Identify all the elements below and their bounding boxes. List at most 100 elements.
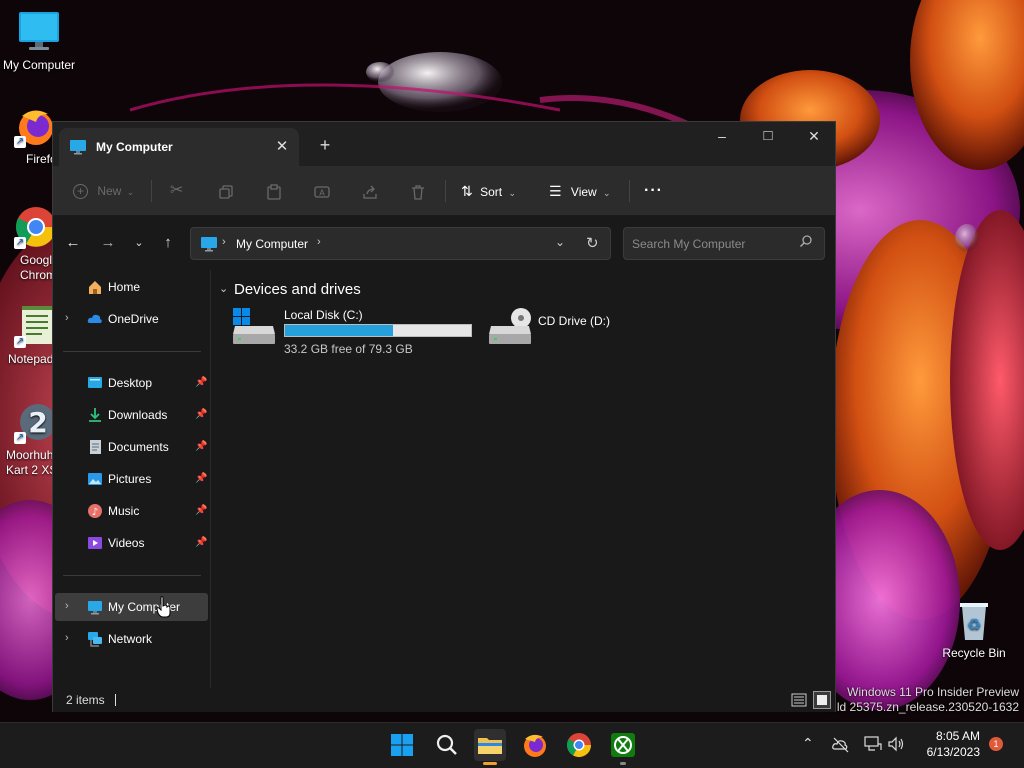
group-header-label: Devices and drives bbox=[234, 281, 361, 298]
notification-badge[interactable]: 1 bbox=[989, 737, 1003, 751]
sidebar-item-downloads[interactable]: Downloads 📌 bbox=[55, 401, 208, 429]
delete-button[interactable] bbox=[410, 178, 426, 204]
command-bar: + New ⌄ ✂ A ⇅ Sort ⌄ ☰ View ⌄ ··· bbox=[53, 166, 835, 216]
desktop-icon-recycle-bin[interactable]: ♻ Recycle Bin bbox=[936, 598, 1012, 661]
sidebar-item-videos[interactable]: Videos 📌 bbox=[55, 529, 208, 557]
chevron-down-icon: ⌄ bbox=[126, 187, 135, 197]
refresh-icon[interactable]: ↻ bbox=[586, 234, 599, 252]
chevron-right-icon[interactable]: › bbox=[65, 632, 69, 644]
rename-icon: A bbox=[314, 186, 330, 198]
videos-icon bbox=[87, 535, 103, 551]
folder-icon bbox=[478, 738, 502, 754]
address-history-chevron-icon[interactable]: ⌄ bbox=[555, 235, 565, 249]
forward-button[interactable]: → bbox=[97, 234, 119, 252]
sidebar-item-label: Network bbox=[108, 632, 153, 646]
close-window-button[interactable]: ✕ bbox=[791, 122, 837, 152]
pin-icon[interactable]: 📌 bbox=[195, 377, 207, 388]
cut-button[interactable]: ✂ bbox=[170, 178, 183, 204]
volume-tray-icon[interactable] bbox=[887, 736, 905, 755]
back-button[interactable]: ← bbox=[62, 234, 84, 252]
search-input[interactable] bbox=[632, 235, 792, 253]
tab-my-computer[interactable]: My Computer ✕ bbox=[59, 128, 299, 166]
details-view-button[interactable] bbox=[791, 692, 807, 708]
recycle-bin-icon: ♻ bbox=[952, 598, 996, 642]
pin-icon[interactable]: 📌 bbox=[195, 537, 207, 548]
taskbar-search-button[interactable] bbox=[431, 729, 463, 761]
paste-button[interactable] bbox=[266, 178, 282, 204]
shortcut-arrow-icon: ↗ bbox=[14, 136, 26, 148]
view-button[interactable]: ☰ View ⌄ bbox=[549, 178, 611, 204]
network-tray-icon[interactable] bbox=[864, 736, 882, 755]
taskbar-chrome[interactable] bbox=[563, 729, 595, 761]
chevron-right-icon[interactable]: › bbox=[65, 600, 69, 612]
new-button[interactable]: + New ⌄ bbox=[73, 178, 134, 204]
see-more-button[interactable]: ··· bbox=[644, 178, 663, 204]
breadcrumb-separator-icon[interactable]: › bbox=[317, 236, 321, 248]
sidebar-item-pictures[interactable]: Pictures 📌 bbox=[55, 465, 208, 493]
chevron-right-icon[interactable]: › bbox=[65, 312, 69, 324]
sidebar-item-home[interactable]: Home bbox=[55, 273, 208, 301]
search-icon[interactable] bbox=[799, 234, 813, 251]
sidebar-divider bbox=[63, 575, 201, 576]
onedrive-offline-tray-icon[interactable] bbox=[832, 737, 850, 756]
sidebar-divider bbox=[63, 351, 201, 352]
search-box[interactable] bbox=[623, 227, 825, 260]
system-clock[interactable]: 8:05 AM 6/13/2023 bbox=[914, 728, 980, 760]
drive-tile-local-disk[interactable]: Local Disk (C:) 33.2 GB free of 79.3 GB bbox=[231, 306, 477, 358]
drive-name: CD Drive (D:) bbox=[538, 314, 610, 328]
pin-icon[interactable]: 📌 bbox=[195, 441, 207, 452]
details-view-icon bbox=[791, 693, 807, 707]
chevron-down-icon: ⌄ bbox=[603, 188, 611, 198]
maximize-button[interactable]: □ bbox=[745, 122, 791, 152]
sidebar-item-label: Documents bbox=[108, 440, 169, 454]
drive-tile-cd-drive[interactable]: CD Drive (D:) bbox=[487, 306, 687, 358]
xbox-icon bbox=[611, 733, 635, 757]
arrow-up-icon: ↑ bbox=[164, 234, 172, 251]
sidebar-item-label: Music bbox=[108, 504, 140, 518]
copy-button[interactable] bbox=[218, 178, 234, 204]
show-hidden-icons-button[interactable]: ⌃ bbox=[802, 735, 814, 752]
pin-icon[interactable]: 📌 bbox=[195, 473, 207, 484]
status-divider bbox=[115, 694, 116, 706]
taskbar-start-button[interactable] bbox=[386, 729, 418, 761]
share-button[interactable] bbox=[362, 178, 378, 204]
sidebar-item-music[interactable]: ♪ Music 📌 bbox=[55, 497, 208, 525]
sort-button[interactable]: ⇅ Sort ⌄ bbox=[461, 178, 516, 204]
music-icon: ♪ bbox=[87, 503, 103, 519]
sidebar-item-label: OneDrive bbox=[108, 312, 159, 326]
pin-icon[interactable]: 📌 bbox=[195, 505, 207, 516]
sidebar-item-desktop[interactable]: Desktop 📌 bbox=[55, 369, 208, 397]
minimize-button[interactable]: – bbox=[699, 122, 745, 152]
running-indicator bbox=[483, 762, 497, 765]
sidebar-item-my-computer[interactable]: › My Computer bbox=[55, 593, 208, 621]
desktop-icon-label: Google Chrome bbox=[20, 253, 63, 282]
large-icons-view-button[interactable] bbox=[813, 691, 831, 709]
taskbar-firefox[interactable] bbox=[519, 729, 551, 761]
paste-icon bbox=[267, 184, 281, 200]
taskbar-file-explorer[interactable] bbox=[474, 729, 506, 765]
pin-icon[interactable]: 📌 bbox=[195, 409, 207, 420]
desktop-folder-icon bbox=[87, 375, 103, 391]
new-tab-button[interactable]: + bbox=[313, 134, 337, 158]
navigation-bar: ← → ⌄ ↑ › My Computer › ⌄ ↻ bbox=[53, 216, 835, 270]
breadcrumb-my-computer[interactable]: My Computer bbox=[236, 237, 308, 251]
sidebar-item-network[interactable]: › Network bbox=[55, 625, 208, 653]
drive-usage-bar bbox=[284, 324, 472, 337]
running-indicator bbox=[620, 762, 626, 765]
tab-close-button[interactable]: ✕ bbox=[271, 136, 293, 158]
search-icon bbox=[436, 734, 457, 755]
recent-locations-button[interactable]: ⌄ bbox=[128, 234, 150, 252]
sidebar-item-onedrive[interactable]: › OneDrive bbox=[55, 305, 208, 333]
desktop-icon-my-computer[interactable]: My Computer bbox=[1, 10, 77, 73]
rename-button[interactable]: A bbox=[314, 178, 330, 204]
taskbar-xbox[interactable] bbox=[607, 729, 639, 765]
address-bar[interactable]: › My Computer › ⌄ ↻ bbox=[190, 227, 611, 260]
copy-icon bbox=[219, 185, 233, 199]
monitor-icon bbox=[200, 236, 218, 255]
clock-time: 8:05 AM bbox=[935, 729, 980, 743]
up-button[interactable]: ↑ bbox=[157, 234, 179, 252]
sidebar-item-documents[interactable]: Documents 📌 bbox=[55, 433, 208, 461]
toolbar-divider bbox=[629, 180, 630, 202]
sort-icon: ⇅ bbox=[461, 183, 473, 199]
pictures-icon bbox=[87, 471, 103, 487]
